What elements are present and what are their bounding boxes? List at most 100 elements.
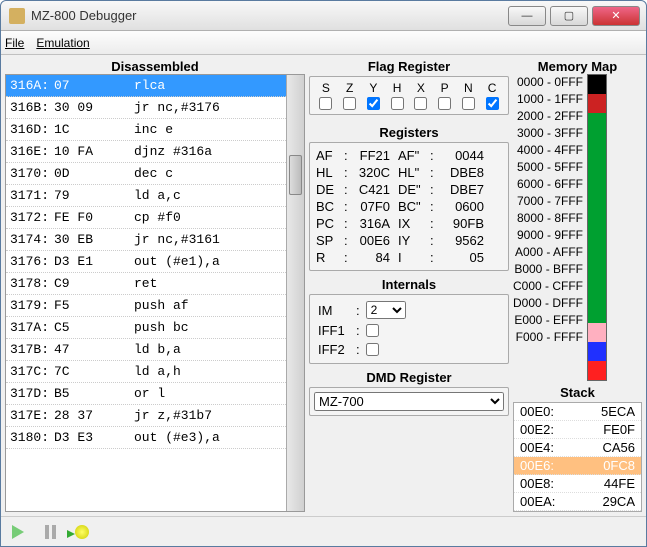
memmap-label: 1000 - 1FFF bbox=[513, 91, 583, 108]
disasm-row[interactable]: 316D:1Cinc e bbox=[6, 119, 286, 141]
flag-x-checkbox[interactable] bbox=[414, 97, 427, 110]
menu-file[interactable]: File bbox=[5, 36, 24, 50]
flag-label-h: H bbox=[387, 81, 407, 95]
disasm-row[interactable]: 3171:79ld a,c bbox=[6, 185, 286, 207]
disassembly-list[interactable]: 316A:07rlca316B:30 09jr nc,#3176316D:1Ci… bbox=[6, 75, 286, 511]
flag-register-panel: SZYHXPNC bbox=[309, 76, 509, 115]
flag-y-checkbox[interactable] bbox=[367, 97, 380, 110]
memmap-segment bbox=[588, 285, 606, 304]
flag-label-c: C bbox=[482, 81, 502, 95]
memmap-segment bbox=[588, 342, 606, 361]
memmap-segment bbox=[588, 208, 606, 227]
flag-register-heading: Flag Register bbox=[309, 59, 509, 74]
internals-panel: IM: 2 IFF1: IFF2: bbox=[309, 294, 509, 364]
register-row: SP:00E6IY:9562 bbox=[314, 232, 504, 249]
step-button[interactable] bbox=[73, 523, 91, 541]
register-row: AF:FF21AF":0044 bbox=[314, 147, 504, 164]
disasm-row[interactable]: 3178:C9ret bbox=[6, 273, 286, 295]
memory-map-bar bbox=[587, 74, 607, 381]
flag-p-checkbox[interactable] bbox=[438, 97, 451, 110]
internals-heading: Internals bbox=[309, 277, 509, 292]
disasm-row[interactable]: 317E:28 37jr z,#31b7 bbox=[6, 405, 286, 427]
app-icon bbox=[9, 8, 25, 24]
disasm-row[interactable]: 3172:FE F0cp #f0 bbox=[6, 207, 286, 229]
memmap-segment bbox=[588, 266, 606, 285]
flag-label-x: X bbox=[411, 81, 431, 95]
memmap-label: B000 - BFFF bbox=[513, 261, 583, 278]
menu-emulation[interactable]: Emulation bbox=[36, 36, 89, 50]
memory-map-heading: Memory Map bbox=[513, 59, 642, 74]
iff2-checkbox[interactable] bbox=[366, 343, 379, 356]
stack-row[interactable]: 00E8:44FE bbox=[514, 475, 641, 493]
stack-row[interactable]: 00E2:FE0F bbox=[514, 421, 641, 439]
iff1-checkbox[interactable] bbox=[366, 324, 379, 337]
disasm-row[interactable]: 316E:10 FAdjnz #316a bbox=[6, 141, 286, 163]
flag-n-checkbox[interactable] bbox=[462, 97, 475, 110]
memmap-segment bbox=[588, 132, 606, 151]
maximize-button[interactable]: ▢ bbox=[550, 6, 588, 26]
disasm-row[interactable]: 3170:0Ddec c bbox=[6, 163, 286, 185]
flag-c-checkbox[interactable] bbox=[486, 97, 499, 110]
iff2-label: IFF2 bbox=[318, 342, 350, 357]
stack-row[interactable]: 00EA:29CA bbox=[514, 493, 641, 511]
memmap-label: 5000 - 5FFF bbox=[513, 159, 583, 176]
window-title: MZ-800 Debugger bbox=[31, 8, 506, 23]
flag-s-checkbox[interactable] bbox=[319, 97, 332, 110]
run-button[interactable] bbox=[9, 523, 27, 541]
stack-row[interactable]: 00E4:CA56 bbox=[514, 439, 641, 457]
dmd-panel: MZ-700 bbox=[309, 387, 509, 416]
scrollbar-thumb[interactable] bbox=[289, 155, 302, 195]
register-row: R:84I:05 bbox=[314, 249, 504, 266]
close-button[interactable]: ✕ bbox=[592, 6, 640, 26]
flag-h-checkbox[interactable] bbox=[391, 97, 404, 110]
memmap-segment bbox=[588, 75, 606, 94]
memmap-segment bbox=[588, 323, 606, 342]
stack-heading: Stack bbox=[513, 385, 642, 400]
step-icon bbox=[75, 525, 89, 539]
disasm-row[interactable]: 3176:D3 E1out (#e1),a bbox=[6, 251, 286, 273]
memmap-segment bbox=[588, 304, 606, 323]
flag-label-z: Z bbox=[340, 81, 360, 95]
im-select[interactable]: 2 bbox=[366, 301, 406, 319]
disasm-row[interactable]: 317D:B5or l bbox=[6, 383, 286, 405]
stack-list[interactable]: 00E0:5ECA00E2:FE0F00E4:CA5600E6:0FC800E8… bbox=[513, 402, 642, 512]
stack-row[interactable]: 00E6:0FC8 bbox=[514, 457, 641, 475]
register-row: DE:C421DE":DBE7 bbox=[314, 181, 504, 198]
disasm-row[interactable]: 317A:C5push bc bbox=[6, 317, 286, 339]
flag-z-checkbox[interactable] bbox=[343, 97, 356, 110]
menubar: File Emulation bbox=[1, 31, 646, 55]
iff1-label: IFF1 bbox=[318, 323, 350, 338]
disasm-row[interactable]: 3174:30 EBjr nc,#3161 bbox=[6, 229, 286, 251]
disasm-row[interactable]: 3179:F5push af bbox=[6, 295, 286, 317]
memmap-segment bbox=[588, 170, 606, 189]
memmap-label: A000 - AFFF bbox=[513, 244, 583, 261]
memory-map-labels: 0000 - 0FFF1000 - 1FFF2000 - 2FFF3000 - … bbox=[513, 74, 587, 381]
memmap-label: 4000 - 4FFF bbox=[513, 142, 583, 159]
disasm-row[interactable]: 317B:47ld b,a bbox=[6, 339, 286, 361]
disassembly-scrollbar[interactable] bbox=[286, 75, 304, 511]
memmap-label: 3000 - 3FFF bbox=[513, 125, 583, 142]
disasm-row[interactable]: 316A:07rlca bbox=[6, 75, 286, 97]
toolbar bbox=[1, 516, 646, 546]
disasm-row[interactable]: 3180:D3 E3out (#e3),a bbox=[6, 427, 286, 449]
memmap-label: 0000 - 0FFF bbox=[513, 74, 583, 91]
dmd-register-heading: DMD Register bbox=[309, 370, 509, 385]
stack-row[interactable]: 00E0:5ECA bbox=[514, 403, 641, 421]
pause-button[interactable] bbox=[41, 523, 59, 541]
memmap-segment bbox=[588, 94, 606, 113]
dmd-select[interactable]: MZ-700 bbox=[314, 392, 504, 411]
flag-label-n: N bbox=[458, 81, 478, 95]
memmap-segment bbox=[588, 189, 606, 208]
flag-label-s: S bbox=[316, 81, 336, 95]
minimize-button[interactable]: — bbox=[508, 6, 546, 26]
memmap-label: 6000 - 6FFF bbox=[513, 176, 583, 193]
memmap-label: D000 - DFFF bbox=[513, 295, 583, 312]
memmap-label: 7000 - 7FFF bbox=[513, 193, 583, 210]
disasm-row[interactable]: 317C:7Cld a,h bbox=[6, 361, 286, 383]
disassembled-heading: Disassembled bbox=[5, 59, 305, 74]
register-row: BC:07F0BC":0600 bbox=[314, 198, 504, 215]
memmap-label: 8000 - 8FFF bbox=[513, 210, 583, 227]
memmap-label: 9000 - 9FFF bbox=[513, 227, 583, 244]
disasm-row[interactable]: 316B:30 09jr nc,#3176 bbox=[6, 97, 286, 119]
flag-label-y: Y bbox=[363, 81, 383, 95]
